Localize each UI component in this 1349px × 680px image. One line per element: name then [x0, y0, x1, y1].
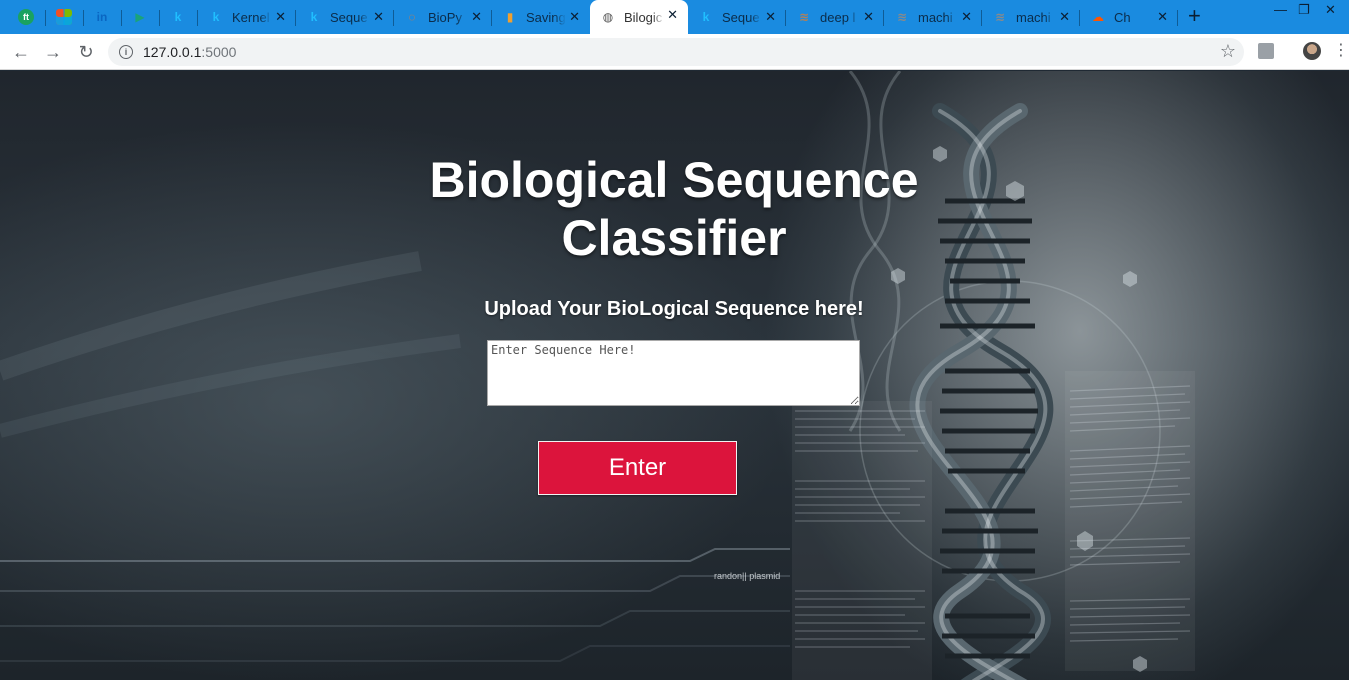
kaggle-icon: k: [212, 10, 220, 24]
tab-13[interactable]: ≋ machi ✕: [982, 2, 1080, 32]
tab-title: Seque: [330, 9, 368, 25]
forward-button[interactable]: →: [42, 41, 64, 63]
tab-10[interactable]: k Seque ✕: [688, 2, 786, 32]
new-tab-button[interactable]: +: [1188, 5, 1201, 27]
microsoft-icon: [56, 9, 72, 25]
tab-9[interactable]: ◍ Bilogic ✕: [590, 0, 688, 34]
page-viewport: Biological Sequence Classifier Upload Yo…: [0, 71, 1349, 680]
tab-close-icon[interactable]: ✕: [667, 7, 678, 23]
ft-icon: ft: [18, 9, 34, 25]
info-icon[interactable]: i: [119, 45, 133, 59]
tab-6[interactable]: k Seque ✕: [296, 2, 394, 32]
menu-kebab-icon[interactable]: ⋮: [1333, 41, 1349, 61]
background-caption: randon|| plasmid: [714, 571, 781, 581]
tab-11[interactable]: ≋ deep l ✕: [786, 2, 884, 32]
tab-close-icon[interactable]: ✕: [961, 9, 972, 25]
tab-close-icon[interactable]: ✕: [471, 9, 482, 25]
tab-0[interactable]: ft: [8, 2, 46, 32]
stack-icon: ≋: [798, 10, 810, 24]
book-icon: ▮: [506, 10, 514, 24]
tab-title: Ch: [1114, 9, 1131, 25]
tab-14[interactable]: ☁ Ch ✕: [1080, 2, 1178, 32]
url-text[interactable]: 127.0.0.1:5000: [143, 44, 236, 60]
browser-toolbar: ← → ↻ i 127.0.0.1:5000 ☆ ⋮: [0, 34, 1349, 70]
tab-4[interactable]: k: [160, 2, 198, 32]
tab-strip: ft in ▶ k k Kernel ✕ k Seque ✕ ◌ BioPy ✕ ▮ Saving ✕ ◍ Bil…: [0, 0, 1349, 34]
tab-title: BioPy: [428, 9, 462, 25]
play-icon: ▶: [135, 10, 145, 24]
tab-5[interactable]: k Kernel ✕: [198, 2, 296, 32]
linkedin-icon: in: [96, 10, 108, 24]
extension-icon[interactable]: [1258, 43, 1274, 59]
soundcloud-icon: ☁: [1092, 10, 1104, 24]
bookmark-star-icon[interactable]: ☆: [1220, 41, 1236, 62]
stack-icon: ≋: [896, 10, 908, 24]
tab-separator: [1177, 10, 1178, 26]
tab-close-icon[interactable]: ✕: [863, 9, 874, 25]
tab-title: Kernel: [232, 9, 270, 25]
tab-2[interactable]: in: [84, 2, 122, 32]
tab-8[interactable]: ▮ Saving ✕: [492, 2, 590, 32]
tab-title: Saving: [526, 9, 566, 25]
url-host: 127.0.0.1: [143, 44, 202, 60]
tab-close-icon[interactable]: ✕: [275, 9, 286, 25]
tab-7[interactable]: ◌ BioPy ✕: [394, 2, 492, 32]
jupyter-icon: ◌: [408, 10, 416, 24]
minimize-icon[interactable]: —: [1274, 2, 1287, 17]
url-port: :5000: [201, 44, 237, 60]
tab-close-icon[interactable]: ✕: [569, 9, 580, 25]
close-window-icon[interactable]: ✕: [1325, 2, 1336, 18]
kaggle-icon: k: [702, 10, 710, 24]
kaggle-icon: k: [310, 10, 318, 24]
back-button[interactable]: ←: [10, 41, 32, 63]
globe-icon: ◍: [602, 10, 614, 24]
upload-instruction: Upload Your BioLogical Sequence here!: [484, 298, 864, 320]
tab-close-icon[interactable]: ✕: [373, 9, 384, 25]
tab-close-icon[interactable]: ✕: [1157, 9, 1168, 25]
kaggle-icon: k: [174, 10, 182, 24]
tab-close-icon[interactable]: ✕: [1059, 9, 1070, 25]
tab-title: machi: [918, 9, 953, 25]
stack-icon: ≋: [994, 10, 1006, 24]
page-title: Biological Sequence Classifier: [429, 152, 919, 266]
tab-1[interactable]: [46, 2, 84, 32]
restore-icon[interactable]: ❐: [1298, 2, 1310, 18]
tab-12[interactable]: ≋ machi ✕: [884, 2, 982, 32]
tab-close-icon[interactable]: ✕: [765, 9, 776, 25]
tab-title: machi: [1016, 9, 1051, 25]
sequence-input[interactable]: [487, 340, 860, 406]
enter-button[interactable]: Enter: [538, 441, 737, 495]
tab-title: deep l: [820, 9, 856, 25]
reload-button[interactable]: ↻: [75, 41, 97, 63]
tab-title: Bilogic: [624, 9, 663, 25]
tab-3[interactable]: ▶: [122, 2, 160, 32]
profile-avatar[interactable]: [1303, 42, 1321, 60]
tab-title: Seque: [722, 9, 760, 25]
address-bar[interactable]: i 127.0.0.1:5000 ☆: [108, 38, 1244, 66]
